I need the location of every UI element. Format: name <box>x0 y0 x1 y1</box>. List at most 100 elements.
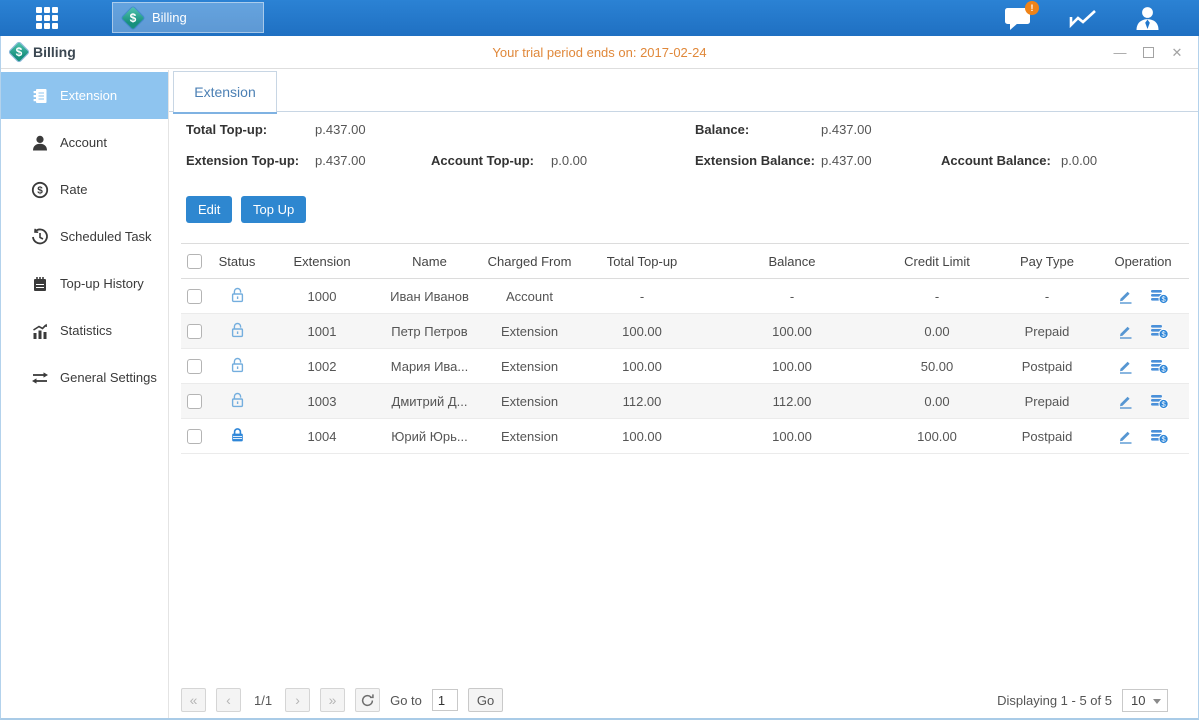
last-page-button[interactable]: » <box>320 688 345 712</box>
cell-extension: 1000 <box>267 279 377 314</box>
sidebar-item-label: Scheduled Task <box>60 229 152 244</box>
refresh-button[interactable] <box>355 688 380 712</box>
sidebar: Extension Account $ Rate <box>1 70 169 718</box>
edit-button[interactable]: Edit <box>186 196 232 223</box>
total-topup-value: p.437.00 <box>315 122 366 137</box>
cell-name: Дмитрий Д... <box>377 384 482 419</box>
page-size-select[interactable]: 10 <box>1122 689 1168 712</box>
first-page-button[interactable]: « <box>181 688 206 712</box>
goto-page-input[interactable] <box>432 689 458 711</box>
table-row: 1004 Юрий Юрь... Extension 100.00 100.00… <box>181 419 1189 454</box>
notification-badge: ! <box>1025 1 1039 15</box>
topup-coins-icon[interactable]: $ <box>1150 393 1169 409</box>
top-bar: $ Billing ! <box>0 0 1199 36</box>
cell-name: Петр Петров <box>377 314 482 349</box>
select-all-checkbox[interactable] <box>187 254 202 269</box>
transfer-arrows-icon <box>31 369 49 387</box>
lock-open-icon[interactable] <box>229 321 246 338</box>
lock-open-icon[interactable] <box>229 286 246 303</box>
dollar-circle-icon: $ <box>31 181 49 199</box>
edit-icon[interactable] <box>1117 358 1134 374</box>
topup-button[interactable]: Top Up <box>241 196 306 223</box>
cell-credit-limit: 100.00 <box>877 419 997 454</box>
col-name: Name <box>377 244 482 279</box>
page-indicator: 1/1 <box>251 693 275 708</box>
col-pay-type: Pay Type <box>997 244 1097 279</box>
edit-icon[interactable] <box>1117 323 1134 339</box>
sidebar-item-statistics[interactable]: Statistics <box>1 307 168 354</box>
col-status: Status <box>207 244 267 279</box>
sidebar-item-rate[interactable]: $ Rate <box>1 166 168 213</box>
topup-coins-icon[interactable]: $ <box>1150 358 1169 374</box>
sidebar-item-account[interactable]: Account <box>1 119 168 166</box>
row-checkbox[interactable] <box>187 394 202 409</box>
lock-open-icon[interactable] <box>229 356 246 373</box>
main-content: Extension Total Top-up: p.437.00 Balance… <box>169 70 1198 718</box>
sidebar-item-label: Top-up History <box>60 276 144 291</box>
window-controls: — ✕ <box>1113 36 1184 69</box>
ledger-icon <box>31 87 49 105</box>
sidebar-item-label: General Settings <box>60 370 157 385</box>
col-charged-from: Charged From <box>482 244 577 279</box>
prev-page-button[interactable]: ‹ <box>216 688 241 712</box>
trial-notice: Your trial period ends on: 2017-02-24 <box>1 45 1198 60</box>
app-window: $ Billing ! <box>0 0 1199 720</box>
billing-dollar-diamond-icon: $ <box>122 7 144 29</box>
next-page-button[interactable]: › <box>285 688 310 712</box>
apps-grid-icon[interactable] <box>36 7 66 29</box>
chevron-down-icon <box>1153 699 1161 704</box>
cell-total-topup: 112.00 <box>577 384 707 419</box>
edit-icon[interactable] <box>1117 393 1134 409</box>
table-row: 1001 Петр Петров Extension 100.00 100.00… <box>181 314 1189 349</box>
cell-pay-type: - <box>997 279 1097 314</box>
edit-icon[interactable] <box>1117 288 1134 304</box>
sidebar-item-extension[interactable]: Extension <box>1 72 168 119</box>
cell-total-topup: 100.00 <box>577 349 707 384</box>
pagination-bar: « ‹ 1/1 › » Go to Go Displa <box>181 687 1198 713</box>
sidebar-item-scheduled-task[interactable]: Scheduled Task <box>1 213 168 260</box>
cell-pay-type: Prepaid <box>997 384 1097 419</box>
tab-extension[interactable]: Extension <box>173 71 277 112</box>
topup-coins-icon[interactable]: $ <box>1150 288 1169 304</box>
messages-icon[interactable]: ! <box>1004 6 1032 31</box>
goto-label: Go to <box>390 693 422 708</box>
row-checkbox[interactable] <box>187 359 202 374</box>
reports-chart-icon[interactable] <box>1068 6 1098 30</box>
lock-closed-icon[interactable] <box>229 426 246 443</box>
sidebar-item-label: Statistics <box>60 323 112 338</box>
cell-charged-from: Account <box>482 279 577 314</box>
balance-label: Balance: <box>695 122 749 137</box>
topup-coins-icon[interactable]: $ <box>1150 323 1169 339</box>
account-balance-label: Account Balance: <box>941 153 1051 168</box>
window-billing-icon: $ <box>9 42 29 62</box>
sidebar-item-general-settings[interactable]: General Settings <box>1 354 168 401</box>
account-balance-value: p.0.00 <box>1061 153 1097 168</box>
sidebar-item-topup-history[interactable]: Top-up History <box>1 260 168 307</box>
maximize-icon[interactable] <box>1143 47 1154 58</box>
close-icon[interactable]: ✕ <box>1170 46 1184 60</box>
clock-history-icon <box>31 228 49 246</box>
sidebar-item-label: Rate <box>60 182 87 197</box>
person-icon <box>31 134 49 152</box>
extensions-table: Status Extension Name Charged From Total… <box>181 243 1189 454</box>
go-button[interactable]: Go <box>468 688 503 712</box>
notepad-icon <box>31 275 49 293</box>
row-checkbox[interactable] <box>187 289 202 304</box>
minimize-icon[interactable]: — <box>1113 46 1127 60</box>
window-body: Extension Account $ Rate <box>1 70 1198 718</box>
cell-credit-limit: - <box>877 279 997 314</box>
extension-balance-value: p.437.00 <box>821 153 872 168</box>
row-checkbox[interactable] <box>187 429 202 444</box>
taskbar-tab-billing[interactable]: $ Billing <box>112 2 264 33</box>
topup-coins-icon[interactable]: $ <box>1150 428 1169 444</box>
col-operation: Operation <box>1097 244 1189 279</box>
cell-balance: 100.00 <box>707 419 877 454</box>
user-account-icon[interactable] <box>1134 5 1161 31</box>
cell-credit-limit: 50.00 <box>877 349 997 384</box>
extension-balance-label: Extension Balance: <box>695 153 815 168</box>
row-checkbox[interactable] <box>187 324 202 339</box>
lock-open-icon[interactable] <box>229 391 246 408</box>
tab-strip: Extension <box>169 70 1198 112</box>
edit-icon[interactable] <box>1117 428 1134 444</box>
col-balance: Balance <box>707 244 877 279</box>
